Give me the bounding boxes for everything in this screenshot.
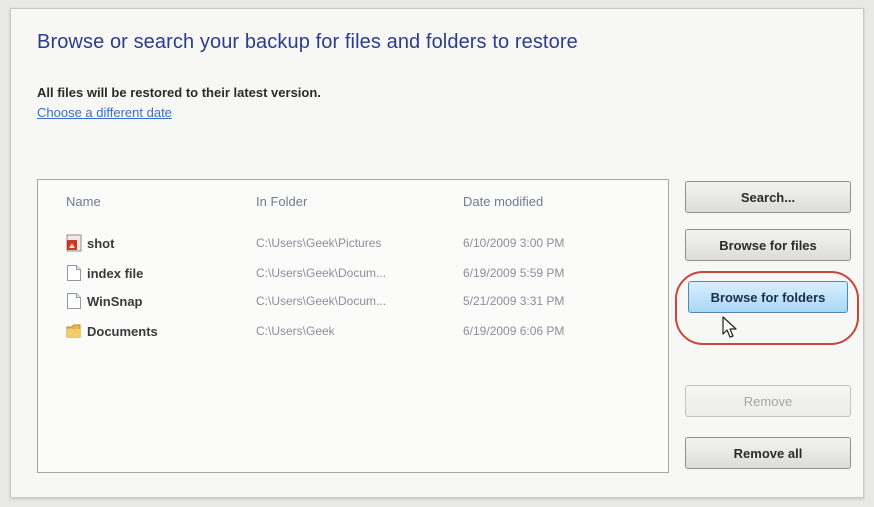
row-date: 6/19/2009 5:59 PM <box>463 266 565 280</box>
browse-files-button[interactable]: Browse for files <box>685 229 851 261</box>
table-row[interactable]: WinSnap C:\Users\Geek\Docum... 5/21/2009… <box>38 288 666 316</box>
row-name: WinSnap <box>87 293 143 309</box>
row-name-cell: Documents <box>66 322 158 340</box>
row-name: index file <box>87 265 144 281</box>
document-icon <box>66 264 82 282</box>
restore-files-panel: Browse or search your backup for files a… <box>10 8 864 498</box>
remove-button[interactable]: Remove <box>685 385 851 417</box>
row-folder: C:\Users\Geek <box>256 324 335 338</box>
row-name-cell: index file <box>66 264 143 282</box>
page-title: Browse or search your backup for files a… <box>37 31 578 53</box>
column-header-date[interactable]: Date modified <box>463 194 543 209</box>
table-row[interactable]: index file C:\Users\Geek\Docum... 6/19/2… <box>38 260 666 288</box>
choose-date-link[interactable]: Choose a different date <box>37 105 172 120</box>
row-name: Documents <box>87 323 158 339</box>
table-row[interactable]: shot C:\Users\Geek\Pictures 6/10/2009 3:… <box>38 230 666 258</box>
row-folder: C:\Users\Geek\Docum... <box>256 294 387 308</box>
restore-info-text: All files will be restored to their late… <box>37 85 321 100</box>
file-list[interactable]: Name In Folder Date modified shot C:\Use… <box>37 179 669 473</box>
browse-folders-button[interactable]: Browse for folders <box>688 281 848 313</box>
mouse-pointer-icon <box>721 315 739 344</box>
row-name-cell: shot <box>66 234 114 252</box>
column-header-name[interactable]: Name <box>66 194 101 209</box>
document-icon <box>66 292 82 310</box>
folder-icon <box>66 322 82 340</box>
image-file-icon <box>66 234 82 252</box>
row-date: 6/10/2009 3:00 PM <box>463 236 565 250</box>
search-button[interactable]: Search... <box>685 181 851 213</box>
row-date: 5/21/2009 3:31 PM <box>463 294 565 308</box>
column-header-folder[interactable]: In Folder <box>256 194 307 209</box>
row-folder: C:\Users\Geek\Pictures <box>256 236 382 250</box>
row-name: shot <box>87 235 115 251</box>
row-folder: C:\Users\Geek\Docum... <box>256 266 387 280</box>
row-date: 6/19/2009 6:06 PM <box>463 324 565 338</box>
table-row[interactable]: Documents C:\Users\Geek 6/19/2009 6:06 P… <box>38 318 666 346</box>
row-name-cell: WinSnap <box>66 292 143 310</box>
remove-all-button[interactable]: Remove all <box>685 437 851 469</box>
